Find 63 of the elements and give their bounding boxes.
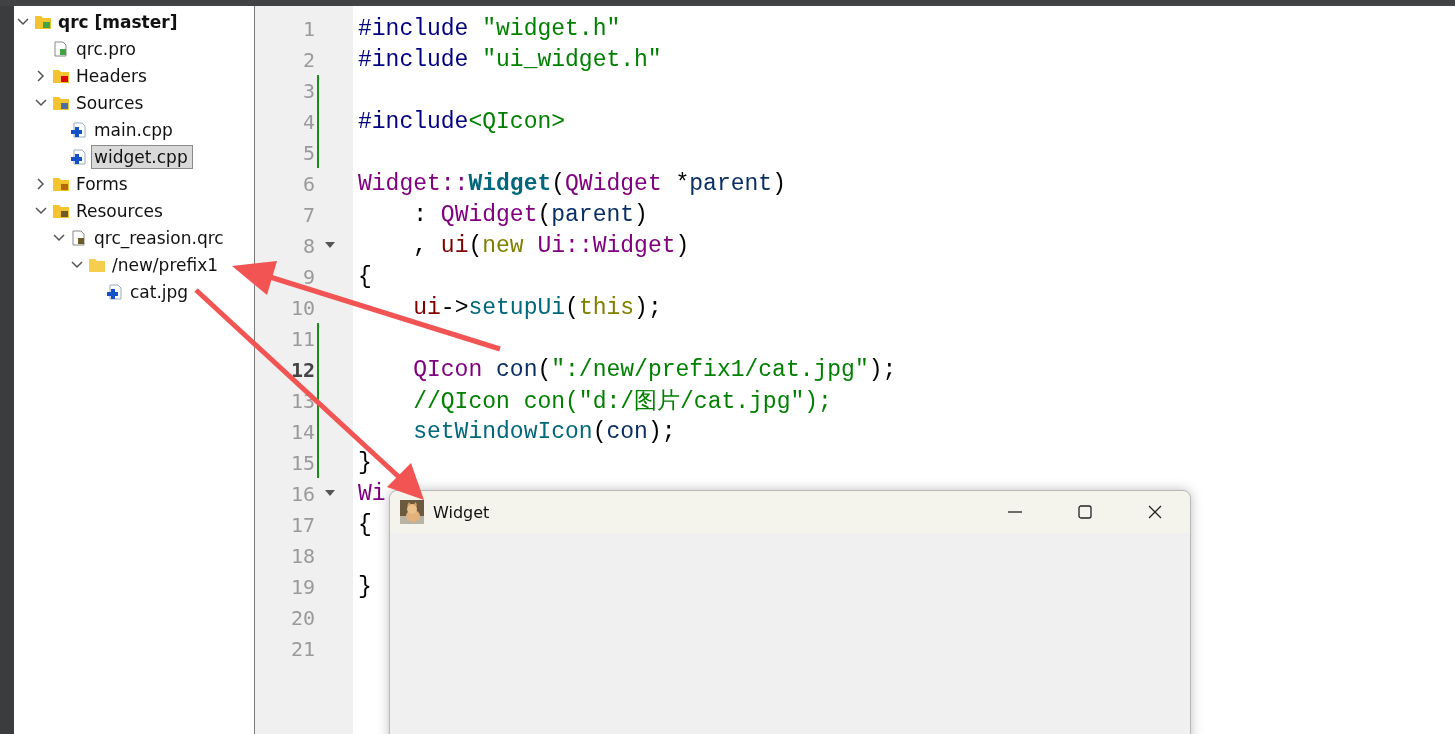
- line-number: 16: [289, 481, 315, 506]
- line-number: 6: [301, 171, 315, 196]
- line-number: 7: [301, 202, 315, 227]
- tree-item[interactable]: Sources: [73, 90, 149, 115]
- folder-icon: [52, 94, 70, 111]
- window-title: Widget: [433, 502, 491, 522]
- line-number: 5: [301, 140, 315, 165]
- maximize-icon: [1077, 504, 1093, 520]
- line-number: 19: [289, 574, 315, 599]
- close-icon: [1147, 504, 1163, 520]
- line-number: 20: [289, 605, 315, 630]
- folder-icon: [88, 256, 106, 273]
- code-line: #include<QIcon>: [358, 108, 566, 135]
- code-line: : QWidget(parent): [412, 201, 648, 228]
- fold-icon[interactable]: [325, 489, 335, 498]
- folder-icon: [52, 202, 70, 219]
- code-line: Widget::Widget(QWidget *parent): [358, 170, 786, 197]
- tree-item[interactable]: qrc [master]: [55, 9, 183, 34]
- folder-icon: [52, 175, 70, 192]
- file-icon: [106, 283, 124, 300]
- line-number: 11: [289, 326, 315, 351]
- line-number: 17: [289, 512, 315, 537]
- code-line: {: [358, 263, 372, 290]
- code-line: , ui(new Ui::Widget): [412, 232, 690, 259]
- code-line: #include "widget.h": [358, 15, 621, 42]
- line-number: 10: [289, 295, 315, 320]
- fold-icon[interactable]: [325, 241, 335, 250]
- line-number: 15: [289, 450, 315, 475]
- line-number: 18: [289, 543, 315, 568]
- tree-item[interactable]: cat.jpg: [127, 279, 194, 304]
- tree-item[interactable]: /new/prefix1: [109, 252, 224, 277]
- line-number: 1: [301, 16, 315, 41]
- tree-item[interactable]: Headers: [73, 63, 152, 88]
- code-line: #include "ui_widget.h": [358, 46, 662, 73]
- file-icon: [70, 148, 88, 165]
- code-line: }: [358, 449, 372, 476]
- tree-item[interactable]: main.cpp: [91, 117, 178, 142]
- tree-item[interactable]: Forms: [73, 171, 133, 196]
- tree-item[interactable]: widget.cpp: [91, 144, 193, 169]
- tree-item[interactable]: qrc.pro: [73, 36, 141, 61]
- line-number: 21: [289, 636, 315, 661]
- tree-item[interactable]: Resources: [73, 198, 168, 223]
- code-line: Wi: [358, 480, 386, 507]
- line-number: 14: [289, 419, 315, 444]
- folder-icon: [34, 13, 52, 30]
- line-number: 8: [301, 233, 315, 258]
- code-line: setWindowIcon(con);: [412, 418, 676, 445]
- folder-icon: [52, 67, 70, 84]
- code-line: {: [358, 511, 372, 538]
- code-line: //QIcon con("d:/图片/cat.jpg");: [412, 388, 832, 416]
- line-number: 9: [301, 264, 315, 289]
- line-number: 12: [289, 357, 315, 382]
- file-icon: [52, 40, 70, 57]
- line-number: 3: [301, 78, 315, 103]
- file-icon: [70, 121, 88, 138]
- line-number: 2: [301, 47, 315, 72]
- minimize-icon: [1008, 511, 1022, 513]
- code-line: ui->setupUi(this);: [412, 294, 662, 321]
- line-number: 4: [301, 109, 315, 134]
- code-line: QIcon con(":/new/prefix1/cat.jpg");: [412, 356, 897, 383]
- code-line: }: [358, 573, 372, 600]
- file-icon: [70, 229, 88, 246]
- tree-item[interactable]: qrc_reasion.qrc: [91, 225, 229, 250]
